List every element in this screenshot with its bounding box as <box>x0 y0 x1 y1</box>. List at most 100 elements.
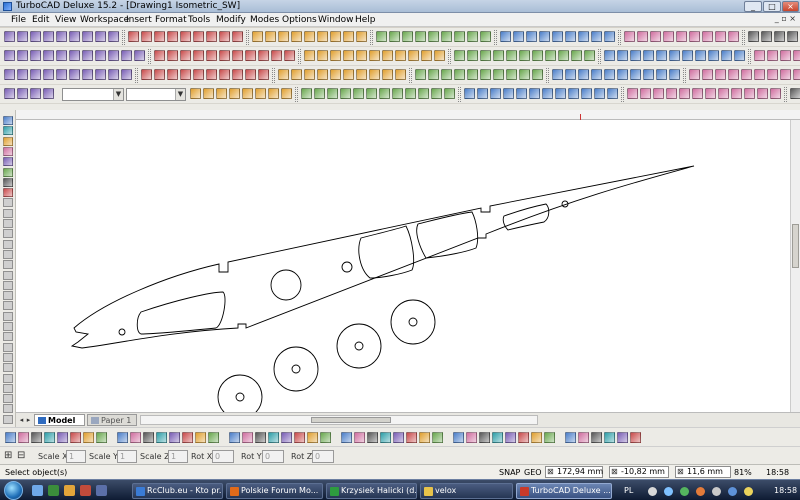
menu-file[interactable]: File <box>11 15 26 25</box>
tool-icon[interactable] <box>4 88 15 99</box>
tool-icon[interactable] <box>108 69 119 80</box>
pilot-hole[interactable] <box>341 261 353 273</box>
side-tool-icon[interactable] <box>3 157 13 167</box>
side-tool-icon[interactable] <box>3 342 13 352</box>
tool-icon[interactable] <box>30 69 41 80</box>
tool-icon[interactable] <box>245 50 256 61</box>
tool-icon[interactable] <box>669 69 680 80</box>
menu-tools[interactable]: Tools <box>188 15 210 25</box>
tool-icon[interactable] <box>392 88 403 99</box>
disc-3-hole[interactable] <box>354 341 364 351</box>
tool-icon[interactable] <box>581 88 592 99</box>
tool-icon[interactable] <box>278 31 289 42</box>
security-icon[interactable] <box>680 487 689 496</box>
tool-icon[interactable] <box>767 50 778 61</box>
menu-view[interactable]: View <box>55 15 76 25</box>
tool-icon[interactable] <box>754 50 765 61</box>
tool-icon[interactable] <box>532 50 543 61</box>
messenger-tray-icon[interactable] <box>696 487 705 496</box>
tool-icon[interactable] <box>180 50 191 61</box>
tool-icon[interactable] <box>330 50 341 61</box>
snap-toggle[interactable]: SNAP <box>499 468 520 477</box>
tool-icon[interactable] <box>340 88 351 99</box>
toolbar-grip[interactable] <box>122 30 125 45</box>
tool-icon[interactable] <box>715 31 726 42</box>
close-button[interactable]: × <box>782 1 799 12</box>
task-rcclub[interactable]: RcClub.eu - Kto pr... <box>132 483 223 499</box>
tool-icon[interactable] <box>604 69 615 80</box>
toolbar-grip[interactable] <box>448 49 451 64</box>
tool-icon[interactable] <box>17 31 28 42</box>
toolbar-grip[interactable] <box>621 87 624 102</box>
tool-icon[interactable] <box>770 88 781 99</box>
bottom-tool-icon[interactable] <box>367 432 378 443</box>
tool-icon[interactable] <box>669 50 680 61</box>
toolbar-grip[interactable] <box>598 49 601 64</box>
quicklaunch-icon[interactable] <box>48 485 59 496</box>
tool-icon[interactable] <box>382 50 393 61</box>
tool-icon[interactable] <box>382 69 393 80</box>
bottom-tool-icon[interactable] <box>591 432 602 443</box>
bottom-tool-icon[interactable] <box>169 432 180 443</box>
disc-1[interactable] <box>217 374 263 412</box>
tool-icon[interactable] <box>154 69 165 80</box>
tool-icon[interactable] <box>428 31 439 42</box>
tool-icon[interactable] <box>356 50 367 61</box>
tool-icon[interactable] <box>682 50 693 61</box>
tool-icon[interactable] <box>219 31 230 42</box>
tool-icon[interactable] <box>650 31 661 42</box>
tool-icon[interactable] <box>343 50 354 61</box>
bottom-tool-icon[interactable] <box>31 432 42 443</box>
tool-icon[interactable] <box>761 31 772 42</box>
tool-icon[interactable] <box>503 88 514 99</box>
tool-icon[interactable] <box>428 69 439 80</box>
tool-icon[interactable] <box>454 69 465 80</box>
tool-icon[interactable] <box>640 88 651 99</box>
bottom-tool-icon[interactable] <box>18 432 29 443</box>
bottom-tool-icon[interactable] <box>208 432 219 443</box>
disc-2[interactable] <box>273 346 319 392</box>
tool-icon[interactable] <box>30 88 41 99</box>
tool-icon[interactable] <box>304 69 315 80</box>
tool-icon[interactable] <box>245 69 256 80</box>
bottom-tool-icon[interactable] <box>83 432 94 443</box>
tool-icon[interactable] <box>121 50 132 61</box>
tool-icon[interactable] <box>43 31 54 42</box>
bottom-tool-icon[interactable] <box>518 432 529 443</box>
tool-icon[interactable] <box>415 31 426 42</box>
tool-icon[interactable] <box>441 31 452 42</box>
side-tool-icon[interactable] <box>3 291 13 301</box>
tool-icon[interactable] <box>545 50 556 61</box>
bottom-tool-icon[interactable] <box>604 432 615 443</box>
grid-icon[interactable]: ⊟ <box>17 450 25 461</box>
tool-icon[interactable] <box>229 88 240 99</box>
tool-icon[interactable] <box>513 31 524 42</box>
tool-icon[interactable] <box>767 69 778 80</box>
bottom-tool-icon[interactable] <box>320 432 331 443</box>
task-krzysiek[interactable]: Krzysiek Halicki (d... <box>326 483 417 499</box>
tool-icon[interactable] <box>69 50 80 61</box>
tool-icon[interactable] <box>780 69 791 80</box>
tab-first-icon[interactable]: ◂ <box>18 416 25 424</box>
bottom-tool-icon[interactable] <box>617 432 628 443</box>
tool-icon[interactable] <box>558 50 569 61</box>
bottom-tool-icon[interactable] <box>182 432 193 443</box>
tool-icon[interactable] <box>744 88 755 99</box>
tool-icon[interactable] <box>56 31 67 42</box>
tool-icon[interactable] <box>180 69 191 80</box>
side-tool-icon[interactable] <box>3 363 13 373</box>
tool-icon[interactable] <box>134 50 145 61</box>
toolbar-grip[interactable] <box>246 30 249 45</box>
tool-icon[interactable] <box>627 88 638 99</box>
tool-icon[interactable] <box>108 31 119 42</box>
tool-icon[interactable] <box>565 31 576 42</box>
bottom-tool-icon[interactable] <box>281 432 292 443</box>
horizontal-scrollbar[interactable] <box>140 415 538 425</box>
bottom-tool-icon[interactable] <box>70 432 81 443</box>
tool-icon[interactable] <box>695 50 706 61</box>
tool-icon[interactable] <box>421 50 432 61</box>
bottom-tool-icon[interactable] <box>229 432 240 443</box>
tool-icon[interactable] <box>552 31 563 42</box>
browser-quicklaunch-icon[interactable] <box>64 485 75 496</box>
tool-icon[interactable] <box>689 69 700 80</box>
